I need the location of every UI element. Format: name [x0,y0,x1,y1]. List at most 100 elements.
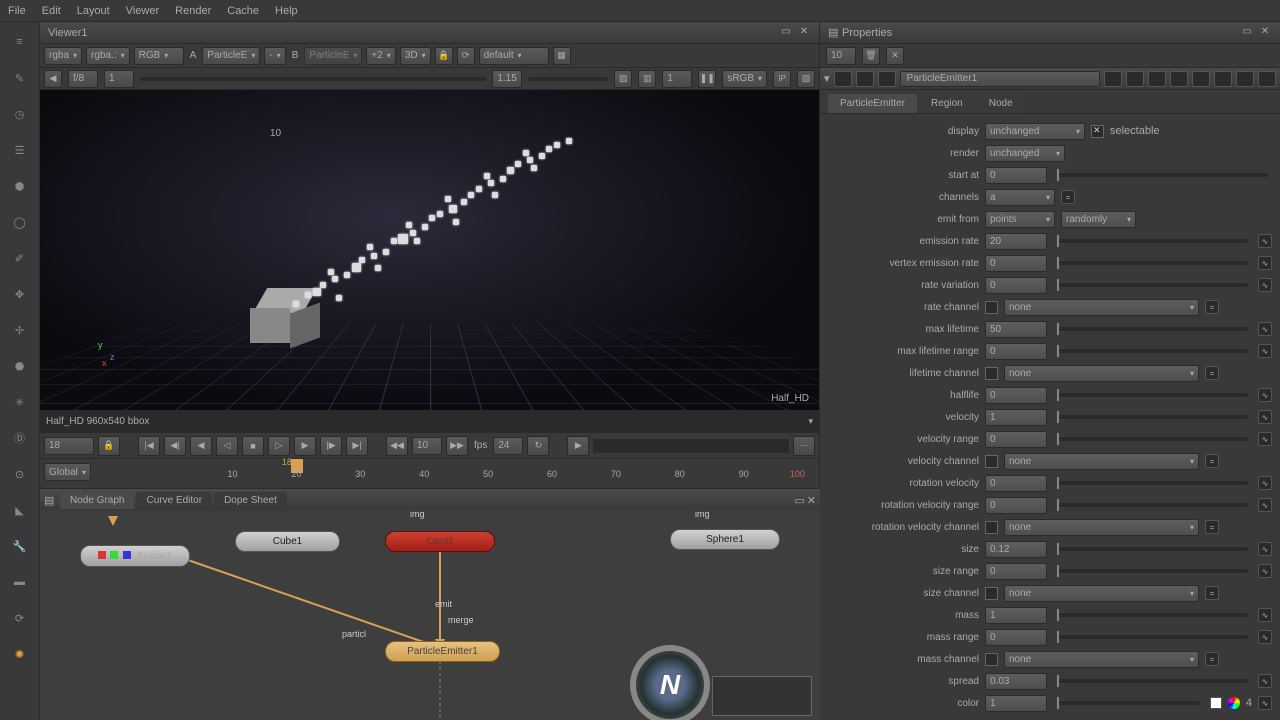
prop-lock-icon[interactable]: ✕ [886,47,904,65]
prop-close-icon[interactable]: ✕ [1258,26,1272,40]
tool-circle-icon[interactable]: ◯ [8,210,32,234]
wipe-icon[interactable]: ▥ [638,70,656,88]
stop-button[interactable]: ■ [242,436,264,456]
rate-channel-check[interactable] [985,301,998,314]
spread-anim[interactable]: ∿ [1258,674,1272,688]
lut-select[interactable]: sRGB [722,70,767,88]
velocity-range-anim[interactable]: ∿ [1258,432,1272,446]
channels-eq-button[interactable]: = [1061,190,1075,204]
tool-d-icon[interactable]: Ⓓ [8,426,32,450]
tab-particle-emitter[interactable]: ParticleEmitter [828,94,917,113]
tool-list-icon[interactable]: ☰ [8,138,32,162]
nh-help-icon[interactable] [1214,71,1232,87]
range-frame-field[interactable]: 10 [412,437,442,455]
stripe-icon[interactable]: ▧ [797,70,815,88]
next-key-button[interactable]: |▶ [320,436,342,456]
emission-rate-field[interactable]: 20 [985,233,1047,250]
size-range-field[interactable]: 0 [985,563,1047,580]
ip-icon[interactable]: IP [773,70,791,88]
exposure-field[interactable]: 1 [104,70,134,88]
rate-variation-anim[interactable]: ∿ [1258,278,1272,292]
channels-select[interactable]: a [985,189,1055,206]
color-anim[interactable]: ∿ [1258,696,1272,710]
vertex-emission-rate-anim[interactable]: ∿ [1258,256,1272,270]
menu-help[interactable]: Help [275,5,298,17]
viewer-info-field[interactable] [46,416,808,427]
menu-render[interactable]: Render [175,5,211,17]
rotation-velocity-channel-check[interactable] [985,521,998,534]
vertex-emission-rate-field[interactable]: 0 [985,255,1047,272]
timeline-menu-icon[interactable]: ⋯ [793,436,815,456]
rate-channel-select[interactable]: none [1004,299,1199,316]
rotation-velocity-slider[interactable] [1057,481,1248,485]
tab-region[interactable]: Region [919,94,975,113]
menu-viewer[interactable]: Viewer [126,5,159,17]
rotation-velocity-channel-eq[interactable]: = [1205,520,1219,534]
node-particle-emitter1[interactable]: ParticleEmitter1 [385,641,500,662]
gamma-field[interactable]: 1.15 [492,70,522,88]
emit-from-select[interactable]: points [985,211,1055,228]
lifetime-channel-check[interactable] [985,367,998,380]
tab-curve-editor[interactable]: Curve Editor [136,492,212,509]
tool-plus-icon[interactable]: ✥ [8,282,32,306]
velocity-channel-check[interactable] [985,455,998,468]
nh-b-icon[interactable] [1126,71,1144,87]
downrez-field[interactable]: 1 [662,70,692,88]
max-lifetime-slider[interactable] [1057,327,1248,331]
loop-button[interactable]: ↻ [527,436,549,456]
rotation-velocity-range-anim[interactable]: ∿ [1258,498,1272,512]
skip-back-button[interactable]: ◀◀ [386,436,408,456]
menu-cache[interactable]: Cache [227,5,259,17]
node-minimap[interactable] [712,676,812,716]
a-node-select[interactable]: ParticleE [202,47,260,65]
tool-tag-icon[interactable]: ◣ [8,498,32,522]
last-frame-button[interactable]: ▶| [346,436,368,456]
channel-select[interactable]: RGB [134,47,184,65]
tool-pen-icon[interactable]: ✐ [8,246,32,270]
current-frame-field[interactable]: 18 [44,437,94,455]
max-lifetime-field[interactable]: 50 [985,321,1047,338]
velocity-channel-eq[interactable]: = [1205,454,1219,468]
mass-field[interactable]: 1 [985,607,1047,624]
skip-fwd-button[interactable]: ▶▶ [446,436,468,456]
tool-clock-icon[interactable]: ◷ [8,102,32,126]
menu-layout[interactable]: Layout [77,5,110,17]
color-swatch[interactable] [1210,697,1222,709]
node-cube1[interactable]: Cube1 [235,531,340,552]
tab-node[interactable]: Node [977,94,1025,113]
mode-select[interactable]: 3D [400,47,431,65]
node-graph[interactable]: img img Noise1 Cube1 Card1 Sphere1 emit … [40,511,820,720]
mass-range-field[interactable]: 0 [985,629,1047,646]
node-noise1[interactable]: Noise1 [80,545,190,567]
velocity-anim[interactable]: ∿ [1258,410,1272,424]
nh-a-icon[interactable] [1104,71,1122,87]
halflife-slider[interactable] [1057,393,1248,397]
rate-variation-field[interactable]: 0 [985,277,1047,294]
tool-star-icon[interactable]: ✳ [8,390,32,414]
velocity-range-field[interactable]: 0 [985,431,1047,448]
pause-icon[interactable]: ❚❚ [698,70,716,88]
tool-folder-icon[interactable]: ▬ [8,570,32,594]
nh-center-icon[interactable] [834,71,852,87]
tool-cube-icon[interactable]: ⬣ [8,354,32,378]
size-anim[interactable]: ∿ [1258,542,1272,556]
size-slider[interactable] [1057,547,1248,551]
spread-slider[interactable] [1057,679,1248,683]
nh-ext-icon[interactable] [1236,71,1254,87]
display-select[interactable]: unchanged [985,123,1085,140]
tool-globe-icon[interactable]: ⬢ [8,174,32,198]
max-lifetime-range-slider[interactable] [1057,349,1248,353]
halflife-anim[interactable]: ∿ [1258,388,1272,402]
rotation-velocity-range-slider[interactable] [1057,503,1248,507]
vertex-emission-rate-slider[interactable] [1057,261,1248,265]
nh-find-icon[interactable] [878,71,896,87]
step-back-button[interactable]: ◁ [216,436,238,456]
mass-channel-select[interactable]: none [1004,651,1199,668]
rate-channel-eq[interactable]: = [1205,300,1219,314]
node-name-field[interactable]: ParticleEmitter1 [900,71,1100,87]
size-channel-select[interactable]: none [1004,585,1199,602]
velocity-range-slider[interactable] [1057,437,1248,441]
footer-dropdown-icon[interactable]: ▾ [808,416,813,427]
nh-redo-icon[interactable] [1170,71,1188,87]
node-undock-icon[interactable]: ▭ [794,494,804,507]
